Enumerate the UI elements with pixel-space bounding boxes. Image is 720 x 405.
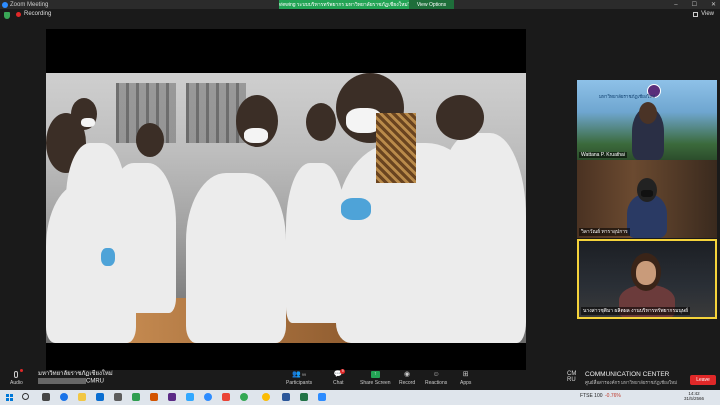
clock-date: 31/5/2566 [683, 396, 704, 401]
person-coat [186, 173, 286, 343]
brand-subtitle: ศูนย์สื่อสารองค์กร มหาวิทยาลัยราชภัฏเชีย… [585, 380, 678, 385]
view-label: View [701, 11, 714, 17]
logo-bottom: RU [567, 377, 576, 383]
recording-label: Recording [24, 11, 52, 17]
pdf-icon[interactable] [222, 393, 230, 401]
system-clock[interactable]: 14:42 31/5/2566 [684, 391, 704, 401]
zoom-taskbar-icon[interactable] [204, 393, 212, 401]
premiere-icon[interactable] [168, 393, 176, 401]
participant-head [639, 102, 657, 124]
host-name: มหาวิทยาลัยราชภัฏเชียงใหม่ [38, 371, 113, 377]
microphone-icon [12, 369, 24, 378]
reactions-button[interactable]: ☺ Reactions [425, 371, 447, 386]
photoshop-icon[interactable] [186, 393, 194, 401]
face-mask [81, 118, 95, 127]
window-controls: – ☐ ✕ [674, 0, 716, 9]
audio-label: Audio [10, 380, 23, 386]
stock-change: -0.76% [605, 393, 621, 399]
participants-icon: 👥 99 [291, 371, 307, 378]
participant-face [636, 261, 656, 285]
windows-start-icon[interactable] [6, 394, 13, 401]
word-icon[interactable] [282, 393, 290, 401]
recording-indicator[interactable]: Recording [16, 11, 51, 17]
host-sub: CMRU [86, 378, 104, 385]
share-screen-button[interactable]: ↑ Share Screen [360, 371, 391, 386]
file-explorer-icon[interactable] [78, 393, 86, 401]
leave-button[interactable]: Leave [690, 375, 716, 385]
stock-ticker[interactable]: FTSE 100 [580, 393, 603, 399]
apps-icon: ⊞ [462, 371, 469, 378]
security-shield-icon[interactable] [4, 12, 10, 19]
record-icon: ◉ [404, 371, 411, 378]
store-icon[interactable] [114, 393, 122, 401]
share-screen-icon: ↑ [370, 371, 380, 378]
line-icon[interactable] [132, 393, 140, 401]
window-title: Zoom Meeting [10, 1, 49, 8]
view-options-button[interactable]: View Options [409, 0, 454, 9]
chrome-icon[interactable] [240, 393, 248, 401]
blue-glove [101, 248, 115, 266]
grid-view-icon [693, 11, 699, 17]
active-speaker-tile[interactable]: นางสาวชุติมา ผลิตผล งานบริหารทรัพยากรมนุ… [577, 239, 717, 319]
main-shared-video [46, 29, 526, 370]
excel-icon[interactable] [300, 393, 308, 401]
illustrator-icon[interactable] [150, 393, 158, 401]
search-icon[interactable] [22, 393, 29, 400]
blue-glove [341, 198, 371, 220]
brand-title: COMMUNICATION CENTER [585, 371, 670, 378]
zoom-app-icon[interactable] [318, 393, 326, 401]
record-dot-icon [16, 11, 21, 17]
face-mask [641, 190, 653, 197]
reactions-label: Reactions [425, 380, 448, 386]
viewing-screen-banner: You are viewing ระบบบริหารทรัพยากร มหาวิ… [279, 0, 409, 9]
scarf [376, 113, 416, 183]
participant-name: Wattana P. Kruathai [579, 152, 627, 158]
chat-label: Chat [333, 380, 344, 386]
participant-name: วิลาวัณย์ ทาราอุปการ [579, 228, 630, 236]
apps-label: Apps [460, 380, 472, 386]
share-screen-label: Share Screen [360, 380, 391, 386]
maximize-icon[interactable]: ☐ [692, 1, 697, 8]
apps-button[interactable]: ⊞ Apps [460, 371, 471, 386]
reactions-icon: ☺ [432, 371, 440, 378]
minimize-icon[interactable]: – [674, 2, 677, 8]
participants-button[interactable]: 👥 99 Participants [286, 371, 312, 386]
mail-icon[interactable] [96, 393, 104, 401]
person-head [306, 103, 336, 141]
participants-label: Participants [286, 380, 313, 386]
close-icon[interactable]: ✕ [711, 1, 716, 8]
chat-icon: 💬 9 [333, 369, 346, 378]
record-button[interactable]: ◉ Record [399, 371, 415, 386]
task-view-icon[interactable] [42, 393, 50, 401]
face-mask [244, 128, 268, 143]
zoom-logo-icon [2, 1, 8, 8]
view-button[interactable]: View [693, 11, 714, 17]
meeting-top-bar [0, 9, 720, 23]
person-head [136, 123, 164, 157]
participant-tile[interactable]: มหาวิทยาลัยราชภัฏเชียงใหม่ Wattana P. Kr… [577, 80, 717, 160]
chat-button[interactable]: 💬 9 Chat [333, 369, 346, 386]
tile-banner-text: มหาวิทยาลัยราชภัฏเชียงใหม่ [599, 94, 656, 99]
cmru-logo: CM RU [567, 371, 576, 383]
chrome-profile-icon[interactable] [262, 393, 270, 401]
edge-icon[interactable] [60, 393, 68, 401]
blurred-name [38, 378, 86, 384]
person-coat [106, 163, 176, 313]
person-coat [436, 133, 526, 343]
participant-name: นางสาวชุติมา ผลิตผล งานบริหารทรัพยากรมนุ… [581, 307, 691, 315]
lab-scene-image [46, 73, 526, 343]
participant-tile[interactable]: วิลาวัณย์ ทาราอุปการ [577, 160, 717, 238]
host-name-tag: มหาวิทยาลัยราชภัฏเชียงใหม่ CMRU [38, 371, 113, 386]
record-label: Record [399, 380, 416, 386]
person-head [436, 95, 484, 140]
audio-button[interactable]: Audio [10, 369, 24, 386]
